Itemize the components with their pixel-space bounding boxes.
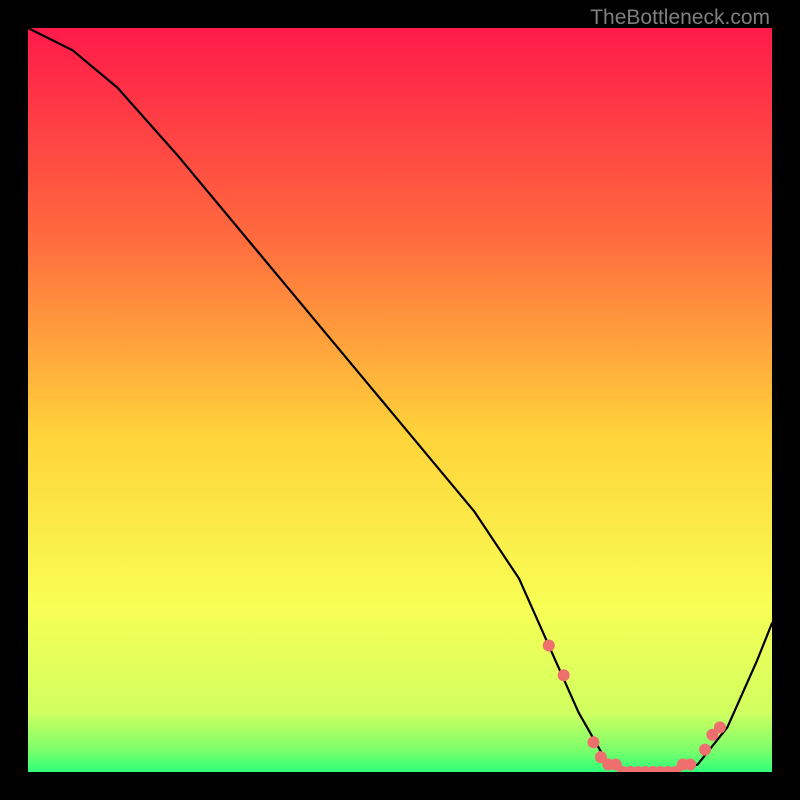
data-marker: [700, 744, 711, 755]
data-marker: [685, 759, 696, 770]
data-marker: [588, 737, 599, 748]
plot-area: [28, 28, 772, 772]
bottleneck-curve: [28, 28, 772, 772]
data-marker: [543, 640, 554, 651]
attribution-text: TheBottleneck.com: [590, 6, 770, 30]
chart-container: TheBottleneck.com: [0, 0, 800, 800]
data-marker: [714, 722, 725, 733]
data-marker: [558, 670, 569, 681]
